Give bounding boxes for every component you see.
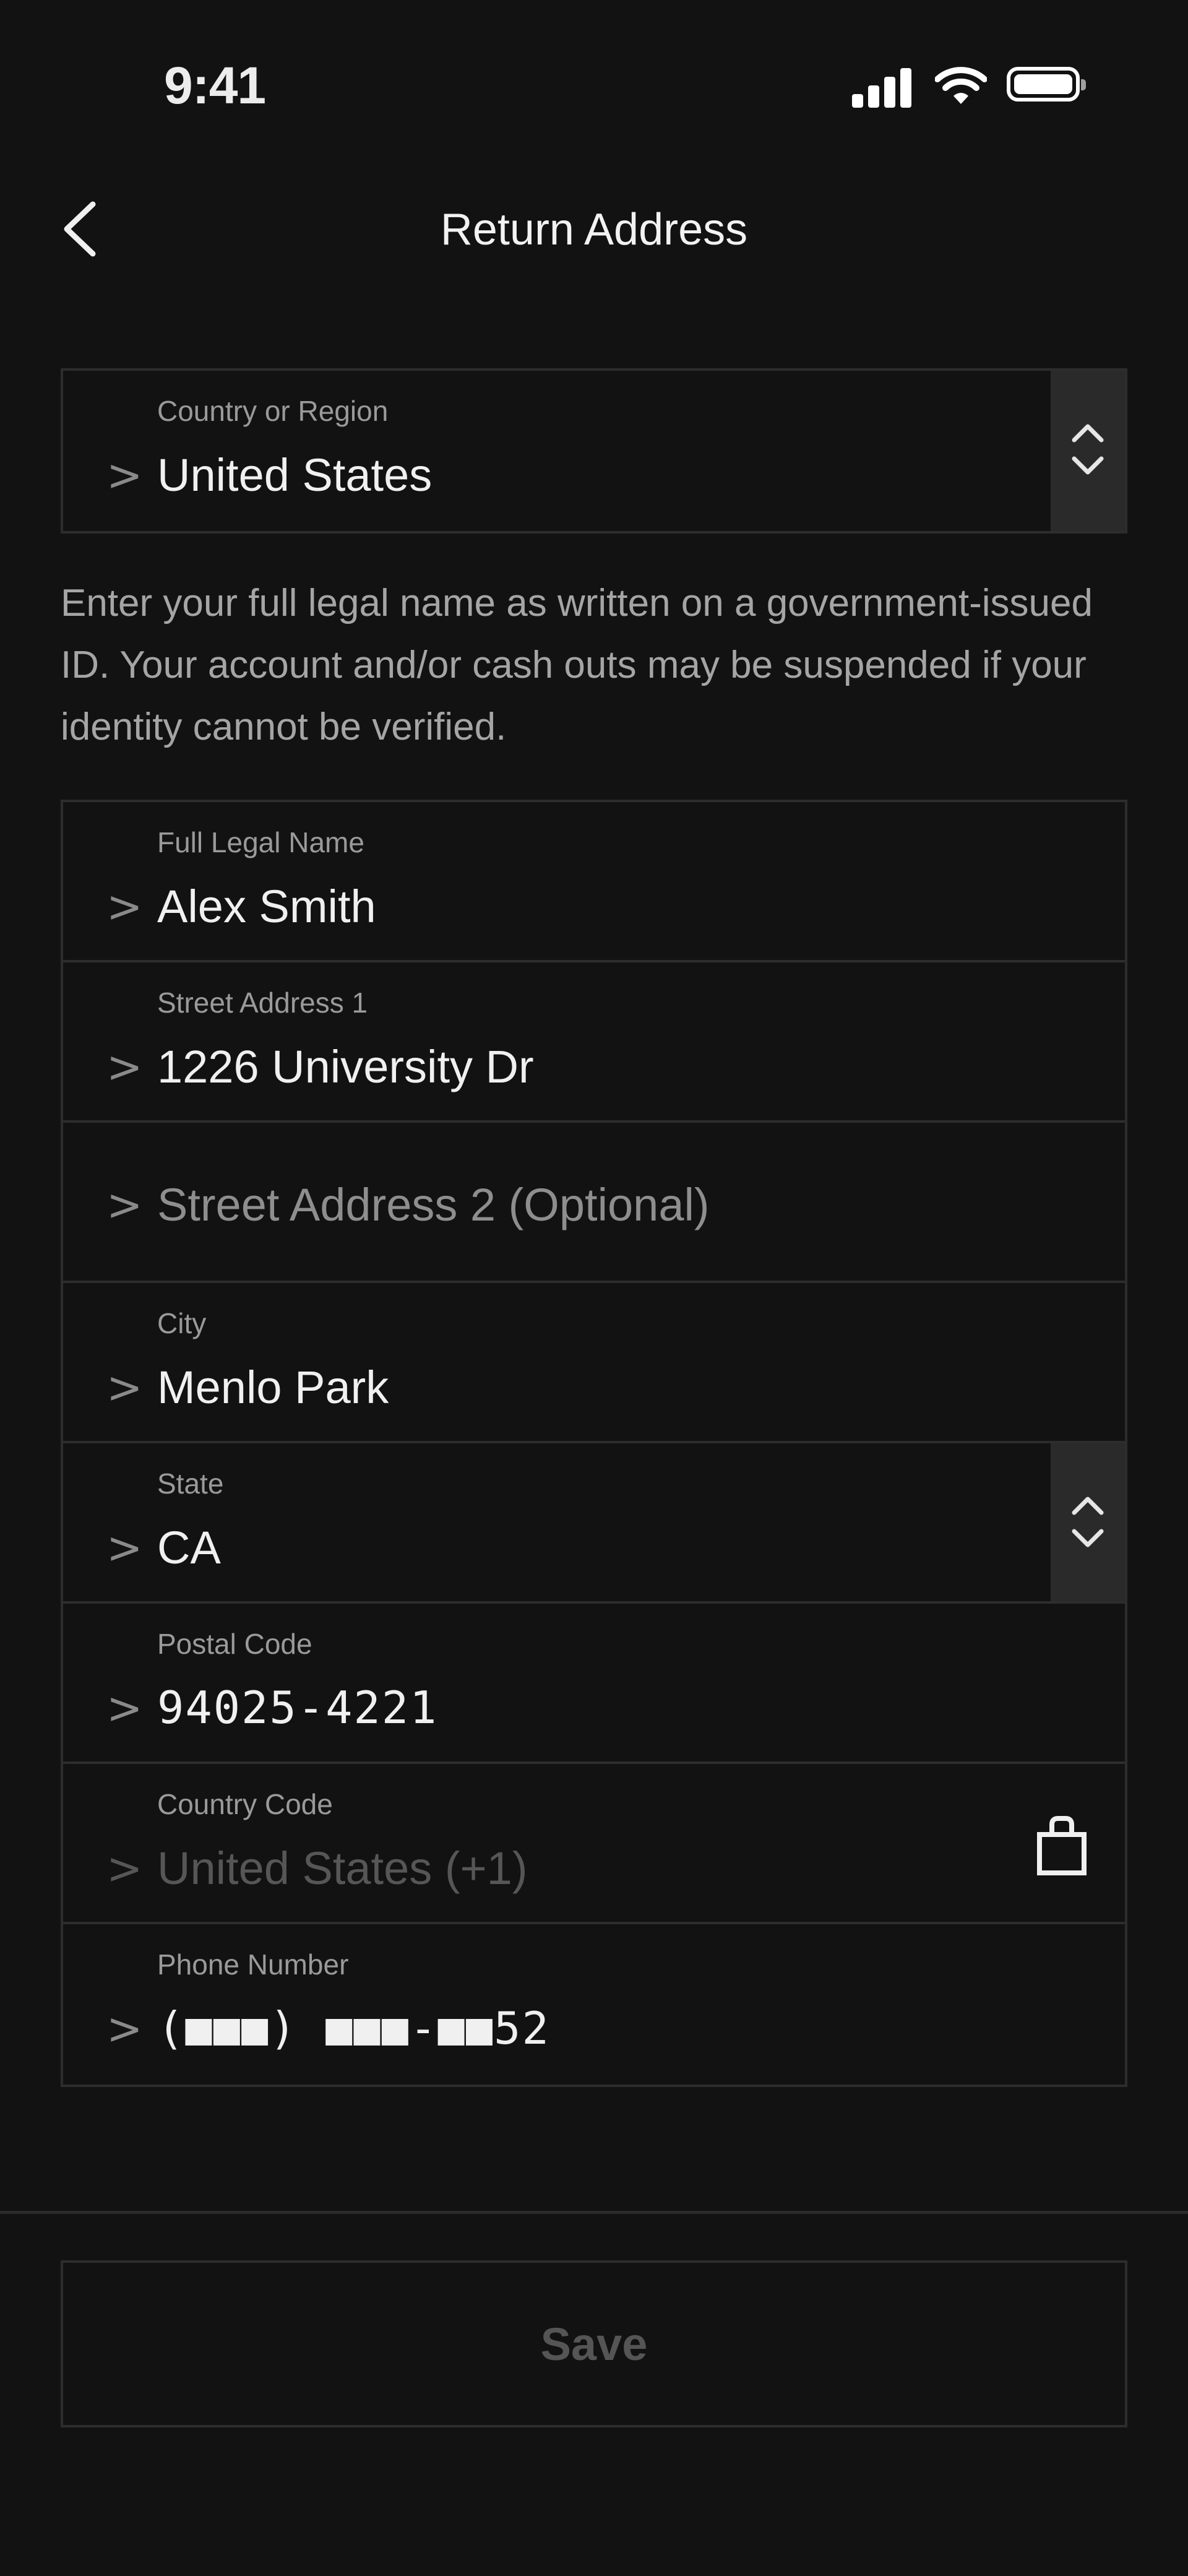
caret-icon: >: [106, 1843, 143, 1894]
street-address-2-field[interactable]: > Street Address 2 (Optional): [63, 1123, 1125, 1283]
field-label: Postal Code: [157, 1628, 312, 1660]
field-label: Full Legal Name: [157, 826, 364, 858]
address-form: Full Legal Name > Alex Smith Street Addr…: [61, 800, 1127, 2087]
country-select[interactable]: Country or Region > United States: [63, 371, 1125, 531]
caret-icon: >: [106, 1042, 143, 1092]
return-address-screen: 9:41 Return Address Country or Region > …: [0, 0, 1188, 2576]
phone-number-field[interactable]: Phone Number > (■■■) ■■■-■■52: [63, 1924, 1125, 2085]
field-label: Street Address 1: [157, 987, 368, 1019]
save-button-label: Save: [540, 2318, 648, 2370]
country-value: United States: [157, 449, 433, 501]
caret-icon: >: [106, 450, 143, 501]
save-button[interactable]: Save: [61, 2260, 1127, 2427]
field-label: Country Code: [157, 1788, 333, 1820]
state-select-toggle[interactable]: [1051, 1443, 1125, 1601]
footer-divider: [0, 2211, 1188, 2214]
postal-code-field[interactable]: Postal Code > 94025-4221: [63, 1604, 1125, 1764]
field-label: Country or Region: [157, 395, 389, 427]
phone-number-value: (■■■) ■■■-■■52: [157, 2002, 550, 2054]
caret-icon: >: [106, 881, 143, 932]
chevron-up-down-icon: [1072, 424, 1104, 475]
field-label: City: [157, 1307, 207, 1339]
signal-icon: [851, 67, 913, 108]
full-name-value: Alex Smith: [157, 881, 376, 932]
country-select-card: Country or Region > United States: [61, 368, 1127, 534]
country-select-toggle[interactable]: [1051, 371, 1125, 531]
page-title: Return Address: [440, 205, 748, 254]
country-code-value: United States (+1): [157, 1843, 528, 1894]
helper-text: Enter your full legal name as written on…: [61, 582, 1093, 748]
caret-icon: >: [106, 1683, 143, 1734]
caret-icon: >: [106, 2003, 143, 2054]
field-label: Phone Number: [157, 1948, 349, 1981]
wifi-icon: [935, 67, 987, 104]
caret-icon: >: [106, 1362, 143, 1413]
lock-icon: [1037, 1816, 1087, 1875]
state-value: CA: [157, 1522, 221, 1573]
caret-icon: >: [106, 1523, 143, 1573]
caret-icon: >: [106, 1180, 143, 1230]
status-time: 9:41: [164, 56, 266, 115]
field-label: State: [157, 1467, 224, 1500]
postal-code-value: 94025-4221: [157, 1682, 438, 1734]
full-name-field[interactable]: Full Legal Name > Alex Smith: [63, 802, 1125, 962]
street-address-1-field[interactable]: Street Address 1 > 1226 University Dr: [63, 962, 1125, 1123]
status-icons: [851, 67, 1086, 110]
city-field[interactable]: City > Menlo Park: [63, 1283, 1125, 1443]
city-value: Menlo Park: [157, 1362, 389, 1413]
country-code-field: Country Code > United States (+1): [63, 1764, 1125, 1924]
chevron-up-down-icon: [1072, 1497, 1104, 1547]
status-bar: 9:41: [0, 0, 1188, 155]
street-address-1-value: 1226 University Dr: [157, 1041, 534, 1092]
state-select[interactable]: State > CA: [63, 1443, 1125, 1604]
street-address-2-placeholder: Street Address 2 (Optional): [157, 1179, 710, 1230]
